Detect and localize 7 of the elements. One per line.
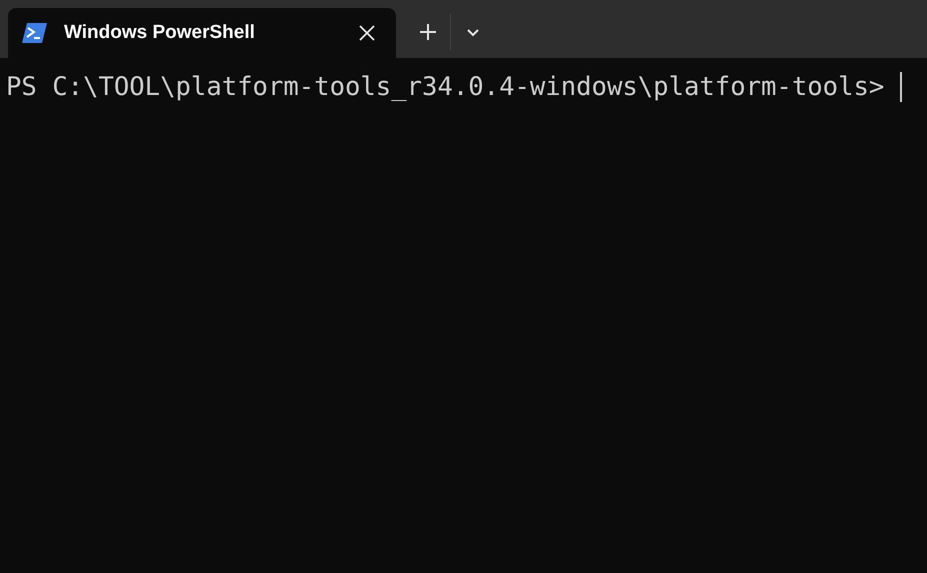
- tab-title: Windows PowerShell: [64, 20, 256, 45]
- prompt-line: PS C:\TOOL\platform-tools_r34.0.4-windows\platform-tools>: [6, 71, 884, 104]
- terminal-tab[interactable]: Windows PowerShell: [8, 8, 396, 58]
- chevron-down-icon: [466, 28, 480, 36]
- powershell-icon: [22, 22, 48, 44]
- close-icon: [359, 25, 375, 41]
- plus-icon: [419, 23, 437, 41]
